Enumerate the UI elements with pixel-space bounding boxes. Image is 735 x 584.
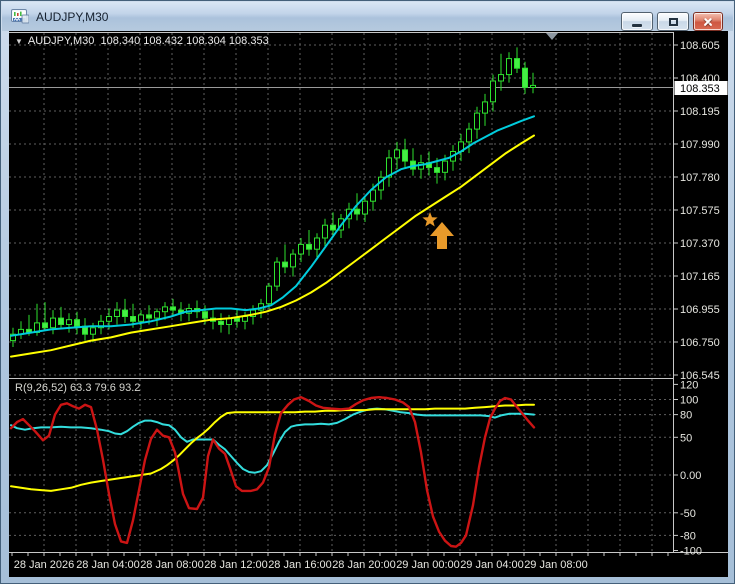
candle-body-bull [290,253,296,268]
price-axis-label: 107.370 [680,238,720,250]
current-price-label: 108.353 [680,83,720,95]
candle-body-bull [474,112,480,130]
candle-body-bull [506,58,512,76]
close-icon [702,16,714,28]
candle-body-bull [162,306,168,313]
candle-body-bull [490,80,496,103]
candle-body-bear [306,243,312,250]
time-axis-label: 29 Jan 08:00 [524,559,588,571]
candle-body-bear [202,311,208,319]
candle-body-bull [482,101,488,114]
chart-window: AUDJPY,M30 108.605 108.400 108.195 107.990 1… [0,0,735,584]
candle-body-bear [434,167,440,173]
candle-body-bear [170,306,176,311]
restore-icon [669,18,678,26]
price-axis-label: 107.165 [680,271,720,283]
candle-body-bull [322,224,328,239]
time-axis-label: 29 Jan 04:00 [460,559,524,571]
candle-body-bull [298,243,304,255]
candle-body-bear [42,322,48,329]
candle-body-bear [146,314,152,319]
candle-body-bear [402,149,408,162]
minimize-icon [632,24,642,27]
candle-body-bull [66,319,72,326]
price-axis-label: 108.195 [680,106,720,118]
indicator-axis-label: 100 [680,395,698,407]
time-axis-label: 28 Jan 08:00 [140,559,204,571]
indicator-axis-label: 50 [680,432,692,444]
candle-body-bull [314,237,320,250]
candle-body-bull [106,316,112,322]
price-axis-label: 107.575 [680,205,720,217]
candle-body-bear [282,261,288,268]
time-axis-label: 28 Jan 16:00 [268,559,332,571]
candle-body-bear [354,208,360,215]
star-icon [422,212,438,227]
candle-body-bear [522,67,528,88]
title-bar[interactable]: AUDJPY,M30 [2,2,733,31]
candle-body-bull [274,261,280,287]
candle-body-bear [58,317,64,326]
price-axis-label: 108.605 [680,40,720,52]
indicator-red-line [9,396,536,548]
chart-canvas[interactable]: 108.605108.400108.195107.990107.780107.5… [9,31,728,577]
candle-body-bull [466,128,472,143]
candle-body-bear [514,58,520,69]
candle-body-bull [154,311,160,319]
indicator-axis-label: 120 [680,379,698,391]
chart-area[interactable]: 108.605 108.400 108.195 107.990 107.780 107.5… [9,31,728,577]
time-axis-label: 29 Jan 00:00 [396,559,460,571]
candle-body-bull [442,160,448,173]
ma-fast-line [10,115,535,337]
candle-body-bear [74,319,80,327]
indicator-axis-label: 80 [680,410,692,422]
window-title: AUDJPY,M30 [36,9,109,24]
candle-body-bull [90,327,96,335]
candle-body-bear [122,309,128,318]
up-arrow-icon [430,222,454,249]
candle-body-bull [50,317,56,329]
candle-body-bear [218,320,224,325]
candle-body-bear [330,224,336,231]
time-axis-label: 28 Jan 12:00 [204,559,268,571]
chart-icon [11,9,30,24]
candle-body-bull [394,149,400,159]
close-button[interactable] [693,12,723,31]
window-controls [621,12,723,31]
candle-body-bull [242,316,248,322]
time-axis-label: 28 Jan 2026 [14,559,75,571]
time-axis-label: 28 Jan 04:00 [76,559,140,571]
time-axis-label: 28 Jan 20:00 [332,559,396,571]
minimize-button[interactable] [621,12,653,31]
price-axis-label: 106.955 [680,304,720,316]
price-axis-label: 107.780 [680,172,720,184]
candle-body-bull [362,200,368,215]
candle-body-bull [266,285,272,305]
restore-button[interactable] [657,12,689,31]
candle-body-bear [130,316,136,322]
indicator-axis-label: 0.00 [680,470,701,482]
indicator-cyan-line [10,407,535,474]
ma-slow-line [10,134,535,358]
candle-body-bull [138,314,144,322]
price-axis-label: 106.750 [680,337,720,349]
indicator-axis-label: -80 [680,530,696,542]
price-axis-label: 107.990 [680,139,720,151]
indicator-axis-label: -50 [680,508,696,520]
candle-body-bull [498,74,504,82]
candle-body-bull [114,309,120,318]
candle-body-bull [370,189,376,202]
candle-body-bull [530,84,536,89]
candle-body-bear [234,317,240,322]
indicator-axis-label: -100 [680,546,702,558]
